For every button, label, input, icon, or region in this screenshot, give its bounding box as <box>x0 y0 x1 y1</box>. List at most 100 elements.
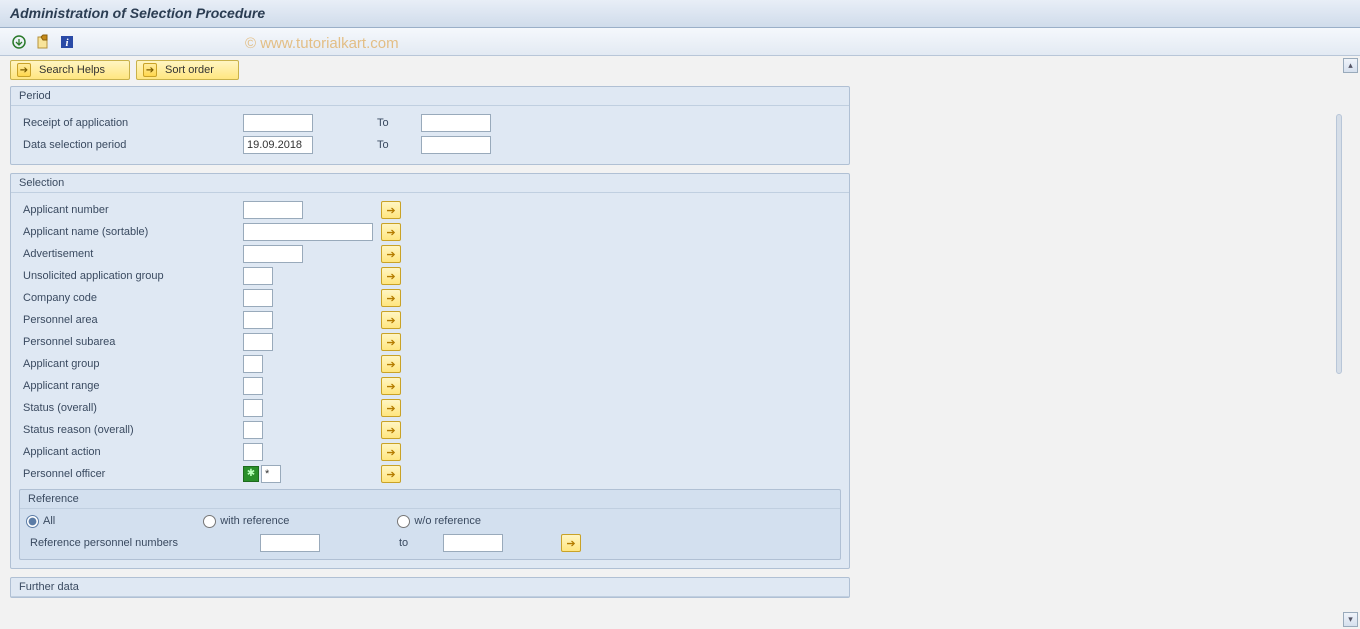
select-option-icon[interactable]: ✱ <box>243 466 259 482</box>
field-input[interactable] <box>261 465 281 483</box>
radio-woref[interactable]: w/o reference <box>397 515 481 528</box>
search-helps-button[interactable]: ➔ Search Helps <box>10 60 130 80</box>
field-input[interactable] <box>243 333 273 351</box>
field-label: Unsolicited application group <box>19 270 239 282</box>
field-label: Status (overall) <box>19 402 239 414</box>
selection-row: Applicant action ➔ <box>19 441 841 463</box>
selection-row: Applicant name (sortable) ➔ <box>19 221 841 243</box>
field-label: Applicant group <box>19 358 239 370</box>
multiselect-button[interactable]: ➔ <box>381 333 401 351</box>
field-input[interactable] <box>243 421 263 439</box>
field-label: Advertisement <box>19 248 239 260</box>
receipt-to-label: To <box>377 117 417 129</box>
field-label: Company code <box>19 292 239 304</box>
multiselect-button[interactable]: ➔ <box>381 377 401 395</box>
radio-all[interactable]: All <box>26 515 55 528</box>
field-input[interactable] <box>243 377 263 395</box>
ref-personnel-to-label: to <box>399 537 439 549</box>
ref-personnel-from-input[interactable] <box>260 534 320 552</box>
field-input[interactable] <box>243 399 263 417</box>
content-area: ➔ Search Helps ➔ Sort order Period Recei… <box>0 56 1360 629</box>
selection-group: Selection Applicant number➔Applicant nam… <box>10 173 850 569</box>
field-input[interactable] <box>243 267 273 285</box>
field-input[interactable] <box>243 311 273 329</box>
selection-row: Advertisement ➔ <box>19 243 841 265</box>
period-group-title: Period <box>11 87 849 106</box>
page-title-bar: Administration of Selection Procedure <box>0 0 1360 28</box>
arrow-right-icon: ➔ <box>143 63 157 77</box>
sash-handle[interactable] <box>1336 114 1342 374</box>
field-input[interactable] <box>243 443 263 461</box>
selection-row: Applicant group ➔ <box>19 353 841 375</box>
scroll-down-button[interactable]: ▾ <box>1343 612 1358 627</box>
selection-group-title: Selection <box>11 174 849 193</box>
sort-order-button[interactable]: ➔ Sort order <box>136 60 239 80</box>
field-input[interactable] <box>243 223 373 241</box>
ref-personnel-label: Reference personnel numbers <box>26 537 256 549</box>
radio-withref-input[interactable] <box>203 515 216 528</box>
reference-subgroup: Reference All with reference w/o referen… <box>19 489 841 560</box>
multiselect-button[interactable]: ➔ <box>381 267 401 285</box>
multiselect-button[interactable]: ➔ <box>381 201 401 219</box>
execute-icon[interactable] <box>10 33 28 51</box>
data-sel-to-label: To <box>377 139 417 151</box>
selection-row: Unsolicited application group ➔ <box>19 265 841 287</box>
receipt-from-input[interactable] <box>243 114 313 132</box>
ref-personnel-to-input[interactable] <box>443 534 503 552</box>
search-helps-label: Search Helps <box>39 64 105 76</box>
data-sel-from-input[interactable] <box>243 136 313 154</box>
radio-all-input[interactable] <box>26 515 39 528</box>
selection-row: Status reason (overall) ➔ <box>19 419 841 441</box>
get-variant-icon[interactable] <box>34 33 52 51</box>
arrow-right-icon: ➔ <box>17 63 31 77</box>
selection-row: Personnel area ➔ <box>19 309 841 331</box>
period-group: Period Receipt of application To Data se… <box>10 86 850 165</box>
radio-withref[interactable]: with reference <box>203 515 289 528</box>
selection-row: Applicant number ➔ <box>19 199 841 221</box>
multiselect-button[interactable]: ➔ <box>381 443 401 461</box>
field-input[interactable] <box>243 245 303 263</box>
further-data-title: Further data <box>11 578 849 597</box>
field-label: Personnel officer <box>19 468 239 480</box>
field-input[interactable] <box>243 355 263 373</box>
selection-row: Personnel officer ✱ ➔ <box>19 463 841 485</box>
multiselect-button[interactable]: ➔ <box>381 289 401 307</box>
further-data-group: Further data <box>10 577 850 598</box>
field-label: Status reason (overall) <box>19 424 239 436</box>
multiselect-button[interactable]: ➔ <box>381 421 401 439</box>
scroll-up-button[interactable]: ▴ <box>1343 58 1358 73</box>
field-label: Applicant number <box>19 204 239 216</box>
field-label: Applicant action <box>19 446 239 458</box>
multiselect-button[interactable]: ➔ <box>381 465 401 483</box>
info-icon[interactable]: i <box>58 33 76 51</box>
help-button-row: ➔ Search Helps ➔ Sort order <box>10 60 1350 80</box>
field-label: Applicant range <box>19 380 239 392</box>
multiselect-button[interactable]: ➔ <box>561 534 581 552</box>
receipt-label: Receipt of application <box>19 117 239 129</box>
selection-row: Status (overall) ➔ <box>19 397 841 419</box>
reference-title: Reference <box>20 490 840 509</box>
reference-radio-row: All with reference w/o reference <box>20 509 840 533</box>
data-selection-period-row: Data selection period To <box>19 134 841 156</box>
page-title: Administration of Selection Procedure <box>10 5 265 21</box>
toolbar: i <box>0 28 1360 56</box>
multiselect-button[interactable]: ➔ <box>381 245 401 263</box>
sort-order-label: Sort order <box>165 64 214 76</box>
multiselect-button[interactable]: ➔ <box>381 355 401 373</box>
field-input[interactable] <box>243 201 303 219</box>
field-label: Personnel subarea <box>19 336 239 348</box>
data-sel-label: Data selection period <box>19 139 239 151</box>
receipt-of-application-row: Receipt of application To <box>19 112 841 134</box>
multiselect-button[interactable]: ➔ <box>381 399 401 417</box>
multiselect-button[interactable]: ➔ <box>381 223 401 241</box>
data-sel-to-input[interactable] <box>421 136 491 154</box>
receipt-to-input[interactable] <box>421 114 491 132</box>
field-label: Applicant name (sortable) <box>19 226 239 238</box>
selection-row: Personnel subarea ➔ <box>19 331 841 353</box>
selection-row: Applicant range ➔ <box>19 375 841 397</box>
multiselect-button[interactable]: ➔ <box>381 311 401 329</box>
field-input[interactable] <box>243 289 273 307</box>
radio-woref-input[interactable] <box>397 515 410 528</box>
ref-personnel-row: Reference personnel numbers to ➔ <box>20 533 840 559</box>
field-label: Personnel area <box>19 314 239 326</box>
